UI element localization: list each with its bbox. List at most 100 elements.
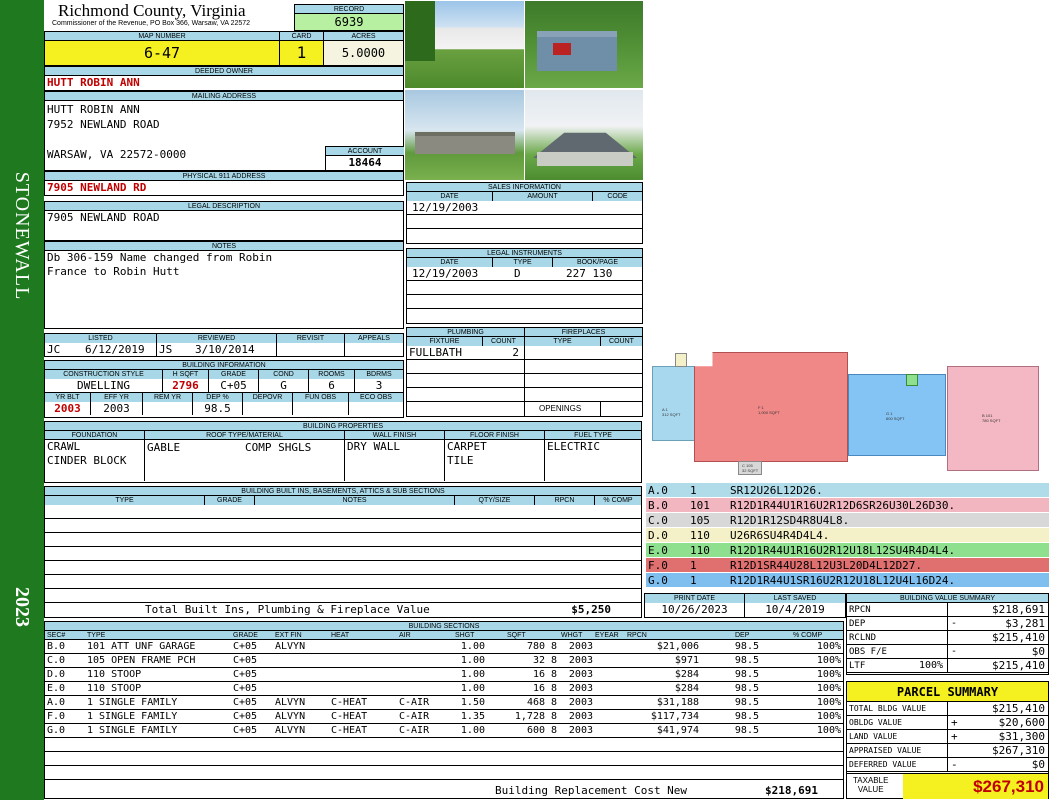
listing-box: LISTED REVIEWED REVISIT APPEALS JC 6/12/2… bbox=[44, 333, 404, 357]
builtins-box: BUILDING BUILT INS, BASEMENTS, ATTICS & … bbox=[44, 486, 642, 618]
reviewed-label: REVIEWED bbox=[157, 334, 277, 343]
fireplace-openings-label: OPENINGS bbox=[539, 404, 582, 413]
section-cell: 98.5 bbox=[734, 641, 759, 652]
sales-h-date: DATE bbox=[407, 192, 493, 201]
value-summary-key: OBS F/E bbox=[849, 647, 887, 657]
h-cond: COND bbox=[259, 370, 309, 379]
builtins-label: BUILDING BUILT INS, BASEMENTS, ATTICS & … bbox=[45, 487, 641, 496]
builtins-h-rpcn: RPCN bbox=[535, 496, 595, 505]
notes-box: NOTES Db 306-159 Name changed from Robin… bbox=[44, 241, 404, 329]
sections-box: BUILDING SECTIONS SEC# TYPE GRADE EXT FIN HE… bbox=[44, 621, 844, 799]
account-number: 18464 bbox=[348, 156, 382, 169]
section-cell: 110 STOOP bbox=[87, 669, 142, 680]
section-header: SHGT bbox=[455, 632, 475, 639]
h-sqft-value: 2796 bbox=[163, 379, 209, 392]
h-effyr: EFF YR bbox=[91, 393, 143, 402]
owner-label: DEEDED OWNER bbox=[45, 67, 403, 76]
section-cell: C-HEAT bbox=[331, 711, 368, 722]
h-remyr: REM YR bbox=[143, 393, 193, 402]
h-roof: ROOF TYPE/MATERIAL bbox=[145, 431, 344, 440]
section-cell: $41,974 bbox=[656, 725, 699, 736]
owner-box: DEEDED OWNER HUTT ROBIN ANN bbox=[44, 66, 404, 91]
section-cell: 2003 bbox=[568, 683, 593, 694]
sketch-area-d bbox=[675, 353, 687, 367]
parcel-summary-sign: - bbox=[951, 758, 958, 771]
sketch-num: 1 bbox=[690, 574, 697, 587]
section-cell: 1,728 bbox=[514, 711, 545, 722]
sketch-label-g: G 1 600 SQFT bbox=[886, 411, 905, 421]
sketch-desc: R12D1R44U1R16U2R12D6SR26U30L26D30. bbox=[730, 499, 956, 512]
fireplaces-h-count: COUNT bbox=[601, 337, 642, 346]
notes-line2: France to Robin Hutt bbox=[47, 265, 180, 278]
section-cell: ALVYN bbox=[275, 711, 306, 722]
section-cell: G.0 bbox=[47, 725, 66, 736]
sections-label: BUILDING SECTIONS bbox=[45, 622, 843, 631]
value-summary-sign: - bbox=[951, 646, 958, 657]
taxable-label-2: VALUE bbox=[857, 785, 884, 794]
sketch-code: B.0 bbox=[648, 499, 668, 512]
section-cell: E.0 bbox=[47, 683, 66, 694]
physical-address: 7905 NEWLAND RD bbox=[47, 181, 147, 194]
section-row: C.0 105 OPEN FRAME PCH C+05 1.00 32 8 2003 $971… bbox=[45, 654, 843, 668]
sketch-num: 105 bbox=[690, 514, 710, 527]
value-summary-key: RCLND bbox=[849, 633, 877, 643]
photo-fence bbox=[405, 1, 524, 88]
h-floor: FLOOR FINISH bbox=[445, 431, 544, 440]
section-cell: ALVYN bbox=[275, 697, 306, 708]
sketch-label-f: F 1 1,000 SQFT bbox=[758, 405, 780, 415]
value-summary-row: OBS F/E - $0 bbox=[847, 645, 1048, 659]
section-cell: 101 ATT UNF GARAGE bbox=[87, 641, 196, 652]
section-row bbox=[45, 752, 843, 766]
section-header: HEAT bbox=[331, 632, 350, 639]
bldg-props-box: BUILDING PROPERTIES FOUNDATION CRAWL CIN… bbox=[44, 421, 642, 483]
section-cell: 1.50 bbox=[460, 697, 485, 708]
builtins-h-qty: QTY/SIZE bbox=[455, 496, 535, 505]
fireplaces-box: FIREPLACES TYPE COUNT OPENINGS bbox=[524, 327, 643, 417]
record-label: RECORD bbox=[295, 5, 403, 14]
legal-box: LEGAL DESCRIPTION 7905 NEWLAND ROAD bbox=[44, 201, 404, 241]
legal-inst-h-type: TYPE bbox=[493, 258, 553, 267]
section-cell: C+05 bbox=[233, 711, 258, 722]
legal-inst-h-book: BOOK/PAGE bbox=[553, 258, 642, 267]
year-label: 2023 bbox=[11, 587, 33, 627]
section-cell: 2003 bbox=[568, 669, 593, 680]
legal-instruments-box: LEGAL INSTRUMENTS DATE TYPE BOOK/PAGE 12… bbox=[406, 248, 643, 324]
section-cell: 98.5 bbox=[734, 655, 759, 666]
section-row: D.0 110 STOOP C+05 1.00 16 8 2003 $284 98.5 100% bbox=[45, 668, 843, 682]
physical-label: PHYSICAL 911 ADDRESS bbox=[45, 172, 403, 181]
sketch-code-row: C.0 105 R12D1R12SD4R8U4L8. bbox=[646, 513, 1049, 528]
section-cell: 100% bbox=[816, 669, 841, 680]
section-cell: C-HEAT bbox=[331, 725, 368, 736]
value-summary-row: RCLND $215,410 bbox=[847, 631, 1048, 645]
sketch-desc: R12D1SR44U28L12U3L20D4L12D27. bbox=[730, 559, 923, 572]
section-header: TYPE bbox=[87, 632, 106, 639]
parcel-summary-key: LAND VALUE bbox=[849, 732, 898, 741]
floor-finish-1: CARPET bbox=[447, 440, 487, 453]
rooms-value: 6 bbox=[309, 379, 355, 392]
parcel-summary-row: DEFERRED VALUE - $0 bbox=[847, 758, 1048, 772]
section-cell: 100% bbox=[816, 641, 841, 652]
value-summary-row: DEP - $3,281 bbox=[847, 617, 1048, 631]
section-cell: 2003 bbox=[568, 725, 593, 736]
foundation-2: CINDER BLOCK bbox=[47, 454, 127, 467]
section-cell: 2003 bbox=[568, 697, 593, 708]
value-summary-key: RPCN bbox=[849, 605, 871, 615]
wall-finish: DRY WALL bbox=[347, 440, 400, 453]
bdrms-value: 3 bbox=[375, 379, 383, 392]
section-row: A.0 1 SINGLE FAMILY C+05 ALVYN C-HEAT C-AIR 1.… bbox=[45, 696, 843, 710]
bldg-info-label: BUILDING INFORMATION bbox=[45, 361, 403, 370]
section-cell: C-AIR bbox=[399, 725, 430, 736]
cond-value: G bbox=[259, 379, 309, 392]
value-summary-key: LTF bbox=[849, 661, 866, 671]
value-summary-row: RPCN $218,691 bbox=[847, 603, 1048, 617]
card-number: 1 bbox=[280, 41, 323, 65]
map-label: MAP NUMBER bbox=[45, 32, 279, 41]
section-cell: $31,188 bbox=[656, 697, 699, 708]
district-label: STONEWALL bbox=[11, 171, 33, 301]
section-cell: 16 bbox=[532, 669, 545, 680]
card-label: CARD bbox=[280, 32, 323, 41]
sketch-code: D.0 bbox=[648, 529, 668, 542]
sketch-label-a: A 1 312 SQFT bbox=[662, 407, 681, 417]
map-number: 6-47 bbox=[45, 41, 279, 65]
legal-description: 7905 NEWLAND ROAD bbox=[47, 211, 160, 224]
